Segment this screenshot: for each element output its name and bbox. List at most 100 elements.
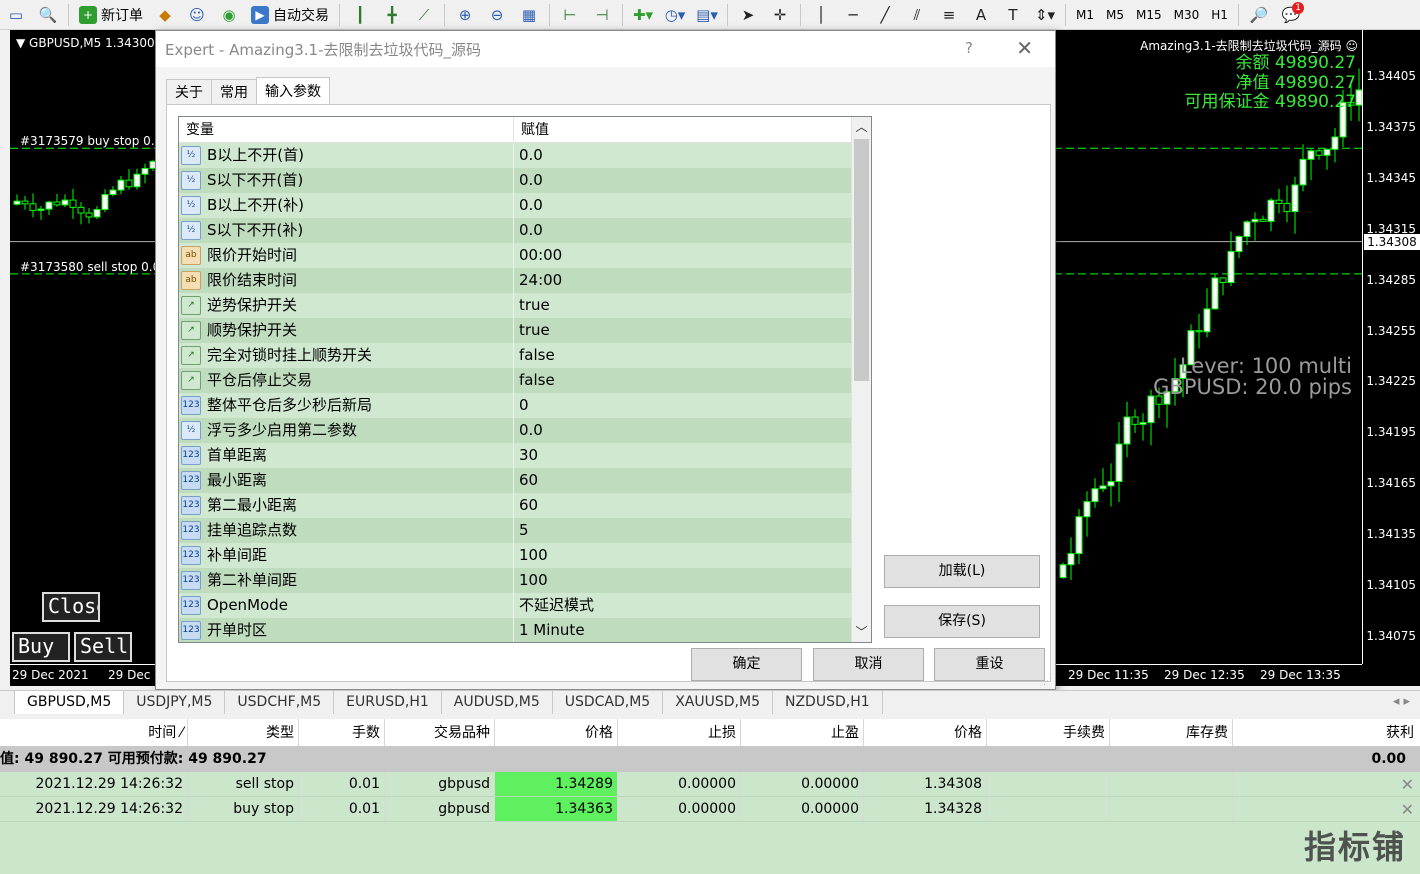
col-tp[interactable]: 止盈: [741, 719, 864, 746]
ok-button[interactable]: 确定: [691, 648, 802, 681]
param-row[interactable]: 123 挂单追踪点数 5: [179, 518, 871, 543]
tab-about[interactable]: 关于: [166, 79, 212, 104]
param-value[interactable]: 60: [514, 468, 538, 493]
symbol-tab-usdcad[interactable]: USDCAD,M5: [553, 691, 664, 714]
col-commission[interactable]: 手续费: [987, 719, 1110, 746]
symbol-tab-eurusd[interactable]: EURUSD,H1: [334, 691, 442, 714]
autoscroll-icon[interactable]: ⊣: [589, 2, 615, 28]
param-value[interactable]: false: [514, 368, 555, 393]
param-value[interactable]: true: [514, 318, 550, 343]
timeframe-m30[interactable]: M30: [1168, 4, 1206, 26]
tile-windows-icon[interactable]: ▦: [516, 2, 542, 28]
param-row[interactable]: 123 第二最小距离 60: [179, 493, 871, 518]
line-chart-icon[interactable]: ⟋: [411, 2, 437, 28]
column-value[interactable]: 赋值: [514, 117, 549, 142]
navigator-icon[interactable]: ☺: [184, 2, 210, 28]
col-symbol[interactable]: 交易品种: [385, 719, 495, 746]
zoom-out-icon[interactable]: ⊖: [484, 2, 510, 28]
crosshair-icon[interactable]: ✛: [767, 2, 793, 28]
params-scrollbar[interactable]: ︿ ﹀: [851, 117, 871, 642]
param-row[interactable]: ½ 浮亏多少启用第二参数 0.0: [179, 418, 871, 443]
param-value[interactable]: 00:00: [514, 243, 562, 268]
resize-grip-icon[interactable]: ⋰: [1043, 677, 1053, 687]
param-row[interactable]: ↗ 完全对锁时挂上顺势开关 false: [179, 343, 871, 368]
arrows-icon[interactable]: ⇕▾: [1032, 2, 1058, 28]
param-value[interactable]: 30: [514, 443, 538, 468]
param-value[interactable]: 24:00: [514, 268, 562, 293]
scroll-up-icon[interactable]: ︿: [852, 117, 871, 137]
col-price[interactable]: 价格: [495, 719, 618, 746]
periods-icon[interactable]: ◷▾: [662, 2, 688, 28]
save-button[interactable]: 保存(S): [884, 605, 1040, 638]
param-row[interactable]: ab 限价开始时间 00:00: [179, 243, 871, 268]
col-swap[interactable]: 库存费: [1110, 719, 1233, 746]
timeframe-m1[interactable]: M1: [1070, 4, 1100, 26]
param-value[interactable]: false: [514, 343, 555, 368]
new-order-button[interactable]: + 新订单: [73, 2, 149, 28]
indicators-icon[interactable]: ✚▾: [630, 2, 656, 28]
channel-icon[interactable]: ⫽: [904, 2, 930, 28]
param-value[interactable]: 100: [514, 568, 548, 593]
param-value[interactable]: 0.0: [514, 218, 543, 243]
data-window-icon[interactable]: ◆: [152, 2, 178, 28]
horizontal-line-icon[interactable]: ─: [840, 2, 866, 28]
symbol-tab-xauusd[interactable]: XAUUSD,M5: [663, 691, 773, 714]
col-current-price[interactable]: 价格: [864, 719, 987, 746]
param-value[interactable]: 1 Minute: [514, 618, 585, 642]
symbol-tab-usdjpy[interactable]: USDJPY,M5: [124, 691, 226, 714]
scroll-thumb[interactable]: [854, 139, 869, 381]
timeframe-m15[interactable]: M15: [1130, 4, 1168, 26]
symbol-tab-audusd[interactable]: AUDUSD,M5: [442, 691, 553, 714]
tab-inputs[interactable]: 输入参数: [256, 77, 330, 104]
text-icon[interactable]: A: [968, 2, 994, 28]
order-delete-icon[interactable]: ✕: [1233, 772, 1420, 796]
close-all-button[interactable]: Close: [42, 592, 100, 622]
tab-common[interactable]: 常用: [211, 79, 257, 104]
signals-icon[interactable]: ◉: [216, 2, 242, 28]
col-sl[interactable]: 止损: [618, 719, 741, 746]
param-row[interactable]: 123 首单距离 30: [179, 443, 871, 468]
chart-shift-icon[interactable]: ⊢: [557, 2, 583, 28]
zoom-in-icon[interactable]: ⊕: [452, 2, 478, 28]
param-value[interactable]: 0.0: [514, 193, 543, 218]
param-row[interactable]: ↗ 逆势保护开关 true: [179, 293, 871, 318]
order-delete-icon[interactable]: ✕: [1233, 797, 1420, 821]
symtab-scroll-icons[interactable]: ◂ ▸: [1383, 691, 1420, 714]
symbol-tab-usdchf[interactable]: USDCHF,M5: [225, 691, 335, 714]
load-button[interactable]: 加载(L): [884, 555, 1040, 588]
param-value[interactable]: 0.0: [514, 418, 543, 443]
fibonacci-icon[interactable]: ≡: [936, 2, 962, 28]
param-row[interactable]: 123 开单时区 1 Minute: [179, 618, 871, 642]
profiles-icon[interactable]: 🔍: [35, 2, 61, 28]
param-value[interactable]: 5: [514, 518, 529, 543]
new-chart-icon[interactable]: ▭: [3, 2, 29, 28]
param-row[interactable]: 123 最小距离 60: [179, 468, 871, 493]
param-value[interactable]: 0.0: [514, 168, 543, 193]
trendline-icon[interactable]: ╱: [872, 2, 898, 28]
param-value[interactable]: 0: [514, 393, 529, 418]
col-lots[interactable]: 手数: [299, 719, 385, 746]
candle-chart-icon[interactable]: ╋: [379, 2, 405, 28]
cancel-button[interactable]: 取消: [813, 648, 924, 681]
cursor-icon[interactable]: ➤: [735, 2, 761, 28]
param-row[interactable]: 123 第二补单间距 100: [179, 568, 871, 593]
param-value[interactable]: 不延迟模式: [514, 593, 594, 618]
sell-button[interactable]: Sell: [74, 632, 132, 662]
param-row[interactable]: ↗ 顺势保护开关 true: [179, 318, 871, 343]
param-row[interactable]: 123 OpenMode 不延迟模式: [179, 593, 871, 618]
timeframe-h1[interactable]: H1: [1205, 4, 1234, 26]
vertical-line-icon[interactable]: │: [808, 2, 834, 28]
param-row[interactable]: ½ B以上不开(首) 0.0: [179, 143, 871, 168]
param-value[interactable]: true: [514, 293, 550, 318]
param-row[interactable]: ↗ 平仓后停止交易 false: [179, 368, 871, 393]
help-button[interactable]: ?: [965, 39, 973, 57]
symbol-tab-nzdusd[interactable]: NZDUSD,H1: [773, 691, 883, 714]
scroll-down-icon[interactable]: ﹀: [852, 622, 871, 642]
column-variable[interactable]: 变量: [179, 117, 514, 142]
param-row[interactable]: ½ B以上不开(补) 0.0: [179, 193, 871, 218]
templates-icon[interactable]: ▤▾: [694, 2, 720, 28]
param-row[interactable]: ½ S以下不开(补) 0.0: [179, 218, 871, 243]
param-row[interactable]: 123 整体平仓后多少秒后新局 0: [179, 393, 871, 418]
order-row[interactable]: 2021.12.29 14:26:32 sell stop 0.01 gbpusd 1.…: [0, 772, 1420, 797]
timeframe-m5[interactable]: M5: [1100, 4, 1130, 26]
